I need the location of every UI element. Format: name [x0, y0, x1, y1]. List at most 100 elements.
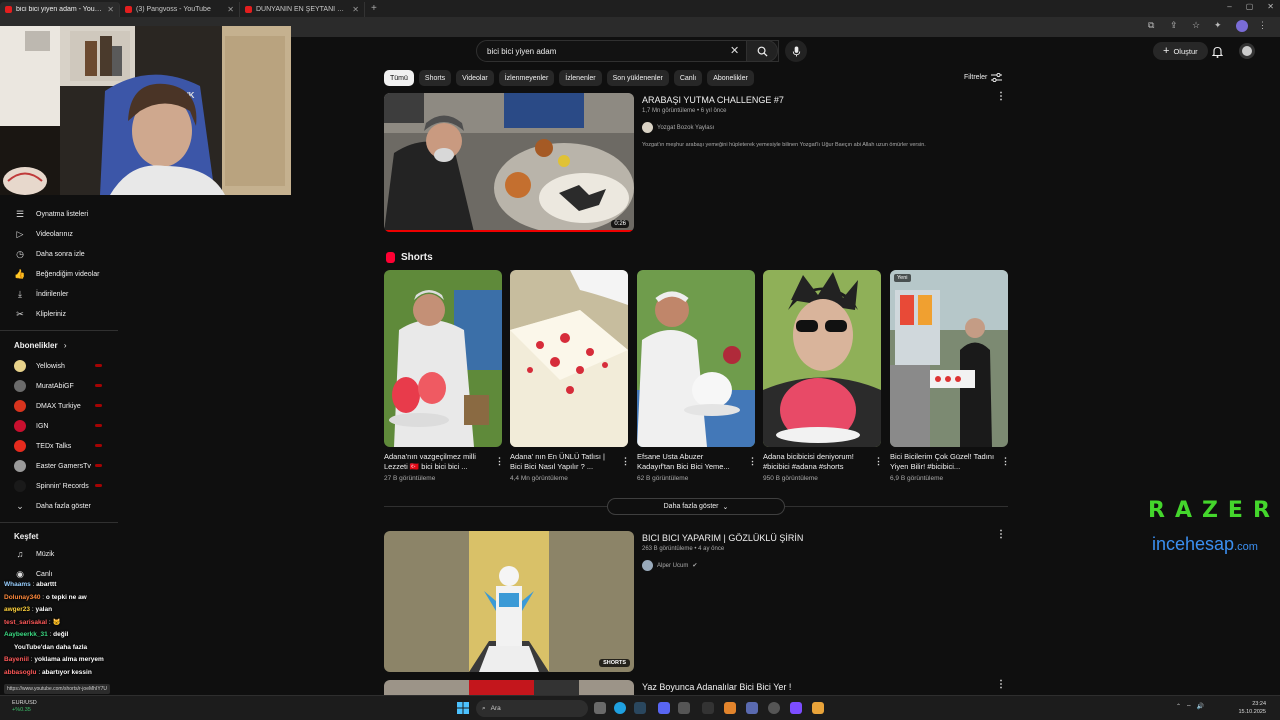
steam-icon[interactable]: [634, 702, 646, 714]
sidebar-item-liked-videos[interactable]: 👍 Beğendiğim videolar: [14, 268, 99, 280]
bookmark-star-icon[interactable]: ☆: [1192, 20, 1204, 32]
clock[interactable]: 23:24 15.10.2025: [1236, 700, 1266, 716]
thumbnail-image: [890, 270, 1008, 447]
browser-menu-icon[interactable]: ⋮: [1258, 20, 1270, 32]
subscription-item[interactable]: Spinnin' Records: [14, 480, 89, 492]
filters-button[interactable]: Filtreler: [964, 73, 1003, 82]
browser-tab[interactable]: DÜNYANIN EN ŞEYTANİ BANKA ... ✕: [240, 2, 365, 17]
app-icon[interactable]: [812, 702, 824, 714]
share-icon[interactable]: ⇪: [1170, 20, 1182, 32]
sidebar-item-watch-later[interactable]: ◷ Daha sonra izle: [14, 248, 85, 260]
close-tab-icon[interactable]: ✕: [227, 5, 234, 14]
extension-icon[interactable]: ⧉: [1148, 20, 1160, 32]
chip-live[interactable]: Canlı: [673, 70, 703, 86]
subscription-item[interactable]: TEDx Talks: [14, 440, 71, 452]
app-icon[interactable]: [790, 702, 802, 714]
short-thumbnail[interactable]: [384, 270, 502, 447]
subscription-item[interactable]: DMAX Turkiye: [14, 400, 81, 412]
chip-videos[interactable]: Videolar: [456, 70, 494, 86]
show-more-button[interactable]: Daha fazla göster ⌄: [607, 498, 785, 515]
subscriptions-heading[interactable]: Abonelikler ›: [14, 341, 66, 350]
more-options-icon[interactable]: ⋮: [748, 456, 757, 467]
subscription-item[interactable]: IGN: [14, 420, 48, 432]
short-title[interactable]: Bici Bicilerim Çok Güzel! Tadını Yiyen B…: [890, 452, 995, 472]
sliders-icon: [991, 73, 1003, 82]
short-title[interactable]: Adana' nın En ÜNLÜ Tatlısı | Bici Bici N…: [510, 452, 615, 472]
more-options-icon[interactable]: ⋮: [996, 680, 1006, 690]
edge-icon[interactable]: [614, 702, 626, 714]
explore-heading: Keşfet: [14, 532, 39, 541]
close-window-icon[interactable]: ✕: [1267, 2, 1274, 11]
chip-shorts[interactable]: Shorts: [418, 70, 452, 86]
market-ticker-widget[interactable]: EUR/USD +%0.35: [12, 700, 37, 714]
subscription-item[interactable]: Easter GamersTv: [14, 460, 91, 472]
app-icon[interactable]: [724, 702, 736, 714]
short-card[interactable]: Adana' nın En ÜNLÜ Tatlısı | Bici Bici N…: [510, 270, 630, 482]
app-icon[interactable]: [768, 702, 780, 714]
sidebar-item-music[interactable]: ♫ Müzik: [14, 548, 55, 560]
video-title[interactable]: ARABAŞI YUTMA CHALLENGE #7: [642, 95, 784, 105]
windows-start-icon[interactable]: [457, 702, 469, 714]
network-icon[interactable]: ⌔: [1186, 703, 1192, 711]
app-icon[interactable]: [678, 702, 690, 714]
chevron-up-icon[interactable]: ⌃: [1176, 703, 1181, 711]
minimize-icon[interactable]: –: [1227, 2, 1231, 11]
short-thumbnail[interactable]: [763, 270, 881, 447]
create-button[interactable]: + Oluştur: [1153, 42, 1208, 60]
short-card[interactable]: Yeni Bici Bicilerim Çok Güzel! Tadını Yi…: [890, 270, 1010, 482]
show-more-subscriptions[interactable]: ⌄ Daha fazla göster: [14, 500, 91, 512]
browser-tab[interactable]: (3) Pangvoss - YouTube ✕: [120, 2, 240, 17]
account-avatar[interactable]: [1239, 43, 1255, 59]
clear-search-icon[interactable]: ✕: [730, 44, 739, 57]
chat-message: Bayeniil : yoklama alma meryem: [4, 656, 104, 663]
app-icon[interactable]: [746, 702, 758, 714]
sidebar-item-clips[interactable]: ✂ Klipleriniz: [14, 308, 66, 320]
maximize-icon[interactable]: ▢: [1246, 2, 1254, 11]
sidebar-item-downloads[interactable]: ⤓ İndirilenler: [14, 288, 68, 300]
chip-watched[interactable]: İzlenenler: [559, 70, 602, 86]
sidebar-item-playlists[interactable]: ☰ Oynatma listeleri: [14, 208, 88, 220]
short-card[interactable]: Adana bicibicisi deniyorum! #bicibici #a…: [763, 270, 883, 482]
sidebar-item-your-videos[interactable]: ▷ Videolarınız: [14, 228, 73, 240]
short-thumbnail[interactable]: [510, 270, 628, 447]
profile-avatar[interactable]: [1236, 20, 1248, 32]
video-title[interactable]: Yaz Boyunca Adanalılar Bici Bici Yer !: [642, 682, 791, 692]
chip-all[interactable]: Tümü: [384, 70, 414, 86]
new-tab-icon[interactable]: +: [365, 3, 383, 14]
channel-link[interactable]: Yozgat Bozok Yaylası: [642, 122, 714, 133]
chip-unwatched[interactable]: İzlenmeyenler: [498, 70, 555, 86]
notifications-button[interactable]: [1211, 45, 1224, 63]
more-options-icon[interactable]: ⋮: [1001, 456, 1010, 467]
more-options-icon[interactable]: ⋮: [996, 92, 1006, 102]
channel-link[interactable]: Alper Ucum ✔: [642, 560, 697, 571]
close-tab-icon[interactable]: ✕: [352, 5, 359, 14]
short-card[interactable]: Adana'nın vazgeçilmez milli Lezzeti 🇹🇷 b…: [384, 270, 504, 482]
short-title[interactable]: Adana'nın vazgeçilmez milli Lezzeti 🇹🇷 b…: [384, 452, 489, 472]
short-thumbnail[interactable]: [637, 270, 755, 447]
short-title[interactable]: Adana bicibicisi deniyorum! #bicibici #a…: [763, 452, 868, 472]
voice-search-button[interactable]: [785, 40, 807, 62]
video-title[interactable]: BICI BICI YAPARIM | GÖZLÜKLÜ ŞİRİN: [642, 533, 803, 543]
taskbar-search[interactable]: ⌕ Ara: [476, 700, 588, 717]
close-tab-icon[interactable]: ✕: [107, 5, 114, 14]
short-thumbnail[interactable]: Yeni: [890, 270, 1008, 447]
volume-icon[interactable]: 🔊: [1197, 703, 1204, 711]
video-thumbnail[interactable]: 0:26: [384, 93, 634, 232]
video-thumbnail[interactable]: SHORTS: [384, 531, 634, 672]
subscription-item[interactable]: Yellowish: [14, 360, 65, 372]
more-options-icon[interactable]: ⋮: [996, 530, 1006, 540]
short-title[interactable]: Efsane Usta Abuzer Kadayıf'tan Bici Bici…: [637, 452, 742, 472]
task-view-icon[interactable]: [594, 702, 606, 714]
discord-icon[interactable]: [658, 702, 670, 714]
chip-subscriptions[interactable]: Abonelikler: [707, 70, 754, 86]
short-card[interactable]: Efsane Usta Abuzer Kadayıf'tan Bici Bici…: [637, 270, 757, 482]
search-button[interactable]: [746, 40, 778, 62]
browser-tab[interactable]: bici bici yiyen adam - YouTube ✕: [0, 2, 120, 17]
app-icon[interactable]: [702, 702, 714, 714]
extensions-puzzle-icon[interactable]: ✦: [1214, 20, 1226, 32]
chip-recently-uploaded[interactable]: Son yüklenenler: [606, 70, 669, 86]
more-options-icon[interactable]: ⋮: [621, 456, 630, 467]
more-options-icon[interactable]: ⋮: [874, 456, 883, 467]
more-options-icon[interactable]: ⋮: [495, 456, 504, 467]
subscription-item[interactable]: MuratAbiGF: [14, 380, 74, 392]
